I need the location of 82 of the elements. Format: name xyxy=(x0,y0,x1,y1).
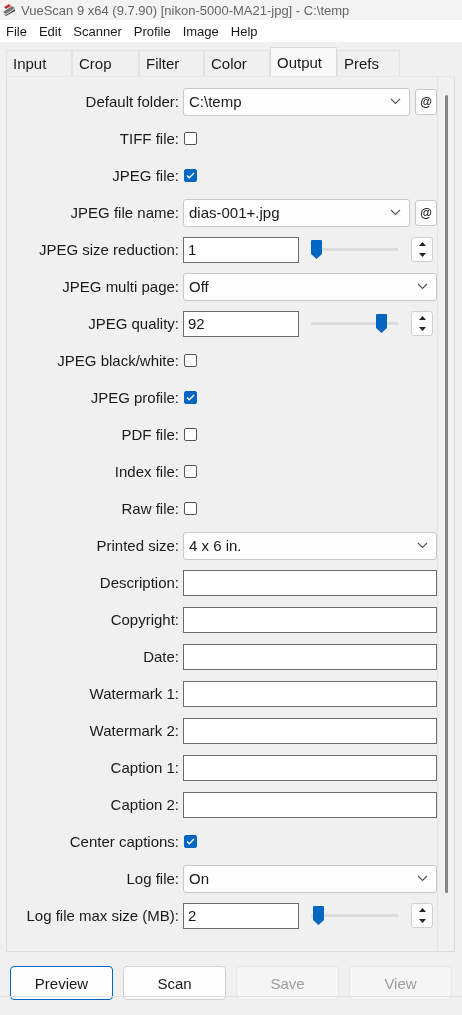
menu-item[interactable]: Scanner xyxy=(73,23,128,39)
number-field[interactable]: 2 xyxy=(183,902,299,929)
text-field[interactable] xyxy=(183,569,437,596)
number-field[interactable]: 1 xyxy=(183,236,299,263)
menu-item[interactable]: Image xyxy=(182,23,225,39)
field-label: TIFF file: xyxy=(118,130,180,147)
field-label: JPEG quality: xyxy=(87,315,180,332)
field-label: JPEG file: xyxy=(111,167,180,184)
field-label: Watermark 1: xyxy=(88,685,180,702)
chevron-down-icon xyxy=(417,283,428,290)
field-label: JPEG black/white: xyxy=(56,352,180,369)
down-arrow-icon xyxy=(418,327,426,332)
slider-thumb[interactable] xyxy=(376,314,388,333)
slider-thumb[interactable] xyxy=(312,906,324,925)
field-label: PDF file: xyxy=(120,426,180,443)
scrollbar-thumb[interactable] xyxy=(444,95,448,893)
chevron-down-icon xyxy=(390,98,401,105)
field-label: Raw file: xyxy=(120,500,180,517)
tab[interactable]: Crop xyxy=(72,50,139,76)
up-arrow-icon xyxy=(418,241,426,246)
tab[interactable]: Color xyxy=(204,50,270,76)
chevron-down-icon xyxy=(417,875,428,882)
action-button[interactable]: Preview xyxy=(10,966,113,1000)
text-field[interactable] xyxy=(183,754,437,781)
tab[interactable]: Input xyxy=(6,50,72,76)
checkbox[interactable] xyxy=(184,354,197,367)
dropdown[interactable]: dias-001+.jpg xyxy=(183,198,410,227)
dropdown[interactable]: On xyxy=(183,864,437,893)
field-label: Log file max size (MB): xyxy=(25,907,180,924)
spin-buttons[interactable] xyxy=(411,237,433,262)
at-button[interactable]: @ xyxy=(415,199,437,226)
menu-item[interactable]: Help xyxy=(230,23,264,39)
dropdown[interactable]: C:\temp xyxy=(183,87,410,116)
field-label: Copyright: xyxy=(109,611,180,628)
field-label: Index file: xyxy=(113,463,180,480)
checkbox[interactable] xyxy=(184,428,197,441)
slider-thumb[interactable] xyxy=(311,240,322,259)
text-field[interactable] xyxy=(183,680,437,707)
checkbox[interactable] xyxy=(184,835,197,848)
number-field[interactable]: 92 xyxy=(183,310,299,337)
spin-buttons[interactable] xyxy=(411,311,433,336)
field-label: Printed size: xyxy=(95,537,180,554)
field-label: Caption 1: xyxy=(109,759,180,776)
field-label: Caption 2: xyxy=(109,796,180,813)
window-title: VueScan 9 x64 (9.7.90) [nikon-5000-MA21-jpg] - C:\temp xyxy=(21,2,350,18)
text-field[interactable] xyxy=(183,606,437,633)
field-label: JPEG profile: xyxy=(89,389,180,406)
tab[interactable]: Filter xyxy=(139,50,204,76)
down-arrow-icon xyxy=(418,919,426,924)
tab[interactable]: Output xyxy=(270,47,337,76)
chevron-down-icon xyxy=(390,209,401,216)
menu-item[interactable]: Edit xyxy=(38,23,68,39)
up-arrow-icon xyxy=(418,315,426,320)
field-label: Center captions: xyxy=(68,833,180,850)
dropdown[interactable]: Off xyxy=(183,272,437,301)
action-button[interactable]: Scan xyxy=(123,966,226,1000)
text-field[interactable] xyxy=(183,791,437,818)
field-label: JPEG file name: xyxy=(69,204,180,221)
field-label: Description: xyxy=(98,574,180,591)
menu-item[interactable]: Profile xyxy=(133,23,177,39)
at-button[interactable]: @ xyxy=(415,88,437,115)
field-label: JPEG multi page: xyxy=(61,278,180,295)
down-arrow-icon xyxy=(418,253,426,258)
field-label: JPEG size reduction: xyxy=(37,241,180,258)
checkbox[interactable] xyxy=(184,502,197,515)
app-icon xyxy=(2,3,16,17)
menu-item[interactable]: File xyxy=(6,23,33,39)
checkbox[interactable] xyxy=(184,391,197,404)
checkbox[interactable] xyxy=(184,169,197,182)
text-field[interactable] xyxy=(183,717,437,744)
tab[interactable]: Prefs xyxy=(337,50,400,76)
field-label: Default folder: xyxy=(84,93,180,110)
up-arrow-icon xyxy=(418,907,426,912)
field-label: Log file: xyxy=(125,870,180,887)
checkbox[interactable] xyxy=(184,132,197,145)
checkbox[interactable] xyxy=(184,465,197,478)
spin-buttons[interactable] xyxy=(411,903,433,928)
dropdown[interactable]: 4 x 6 in. xyxy=(183,531,437,560)
field-label: Date: xyxy=(142,648,180,665)
field-label: Watermark 2: xyxy=(88,722,180,739)
text-field[interactable] xyxy=(183,643,437,670)
chevron-down-icon xyxy=(417,542,428,549)
